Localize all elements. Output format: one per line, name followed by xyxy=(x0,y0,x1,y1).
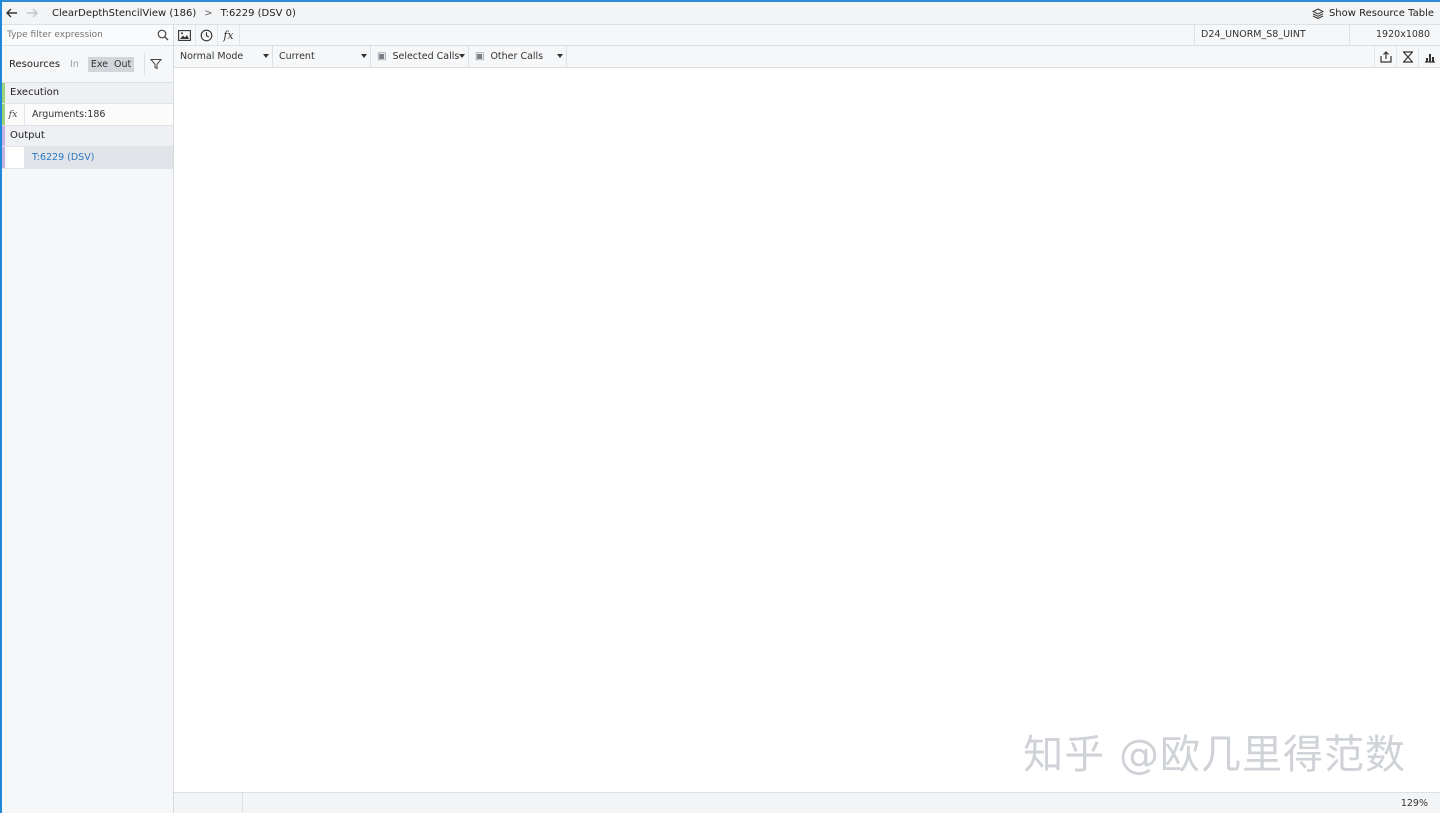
filter-bar xyxy=(2,25,173,46)
chevron-down-icon xyxy=(361,54,367,58)
list-item-output-texture[interactable]: T:6229 (DSV) xyxy=(2,147,173,169)
export-button[interactable] xyxy=(1374,46,1396,67)
cube-icon: ▣ xyxy=(377,51,387,62)
viewer-actions xyxy=(1374,46,1440,67)
status-cell xyxy=(174,793,243,813)
section-output[interactable]: Output xyxy=(2,126,173,147)
breadcrumb-item-resource[interactable]: T:6229 (DSV 0) xyxy=(215,8,302,19)
function-view-button[interactable]: fx xyxy=(218,25,240,45)
back-button[interactable] xyxy=(2,2,22,24)
arrow-right-icon xyxy=(27,8,38,18)
chevron-down-icon xyxy=(263,54,269,58)
texture-viewer: fx D24_UNORM_S8_UINT 1920x1080 Normal Mo… xyxy=(174,25,1440,813)
show-resource-table-button[interactable]: Show Resource Table xyxy=(1311,7,1440,19)
forward-button[interactable] xyxy=(22,2,42,24)
resources-label: Resources xyxy=(9,58,61,70)
cube-icon: ▣ xyxy=(475,51,485,62)
section-execution[interactable]: Execution xyxy=(2,83,173,104)
texture-thumbnail xyxy=(2,147,25,168)
chevron-down-icon xyxy=(459,54,465,58)
chevron-down-icon xyxy=(557,54,563,58)
viewer-toolbar-top: fx D24_UNORM_S8_UINT 1920x1080 xyxy=(174,25,1440,46)
mode-dropdown-value: Normal Mode xyxy=(180,51,244,62)
histogram-button[interactable] xyxy=(1418,46,1440,67)
search-icon[interactable] xyxy=(153,29,173,41)
current-dropdown-value: Current xyxy=(279,51,315,62)
toggle-in[interactable]: In xyxy=(67,57,82,72)
toggle-out[interactable]: Out xyxy=(111,56,135,72)
status-bar: 129% xyxy=(174,792,1440,813)
function-icon: fx xyxy=(2,104,25,125)
other-calls-dropdown[interactable]: ▣ Other Calls xyxy=(469,46,567,67)
other-calls-label: Other Calls xyxy=(490,51,544,62)
texture-canvas[interactable]: 知乎 @欧几里得范数 xyxy=(174,68,1440,790)
show-resource-table-label: Show Resource Table xyxy=(1328,7,1434,19)
history-button[interactable] xyxy=(196,25,218,45)
fit-range-button[interactable] xyxy=(1396,46,1418,67)
hourglass-icon xyxy=(1402,50,1413,63)
mode-dropdown[interactable]: Normal Mode xyxy=(174,46,273,67)
breadcrumb: ClearDepthStencilView (186) > T:6229 (DS… xyxy=(2,2,1440,25)
function-icon: fx xyxy=(223,28,234,42)
zoom-level: 129% xyxy=(1400,797,1428,809)
resources-panel: Resources In Exe Out Execution fx Argume… xyxy=(2,25,174,813)
breadcrumb-item-call[interactable]: ClearDepthStencilView (186) xyxy=(46,8,202,19)
viewer-toolbar-options: Normal Mode Current ▣ Selected Calls ▣ O… xyxy=(174,46,1440,68)
histogram-icon xyxy=(1424,53,1435,63)
watermark-text: 知乎 @欧几里得范数 xyxy=(1023,732,1406,778)
output-texture-label: T:6229 (DSV) xyxy=(32,152,95,163)
selected-calls-label: Selected Calls xyxy=(392,51,460,62)
export-icon xyxy=(1379,50,1392,63)
current-dropdown[interactable]: Current xyxy=(273,46,371,67)
resources-header: Resources In Exe Out xyxy=(2,46,173,83)
dimensions-display: 1920x1080 xyxy=(1349,25,1440,45)
layers-icon xyxy=(1311,7,1324,19)
format-display: D24_UNORM_S8_UINT xyxy=(1194,25,1349,45)
image-view-button[interactable] xyxy=(174,25,196,45)
arguments-label: Arguments:186 xyxy=(32,109,106,120)
list-item-arguments[interactable]: fx Arguments:186 xyxy=(2,104,173,126)
image-icon xyxy=(178,29,191,41)
app-window: ClearDepthStencilView (186) > T:6229 (DS… xyxy=(0,0,1440,813)
filter-funnel-button[interactable] xyxy=(144,53,167,75)
arrow-left-icon xyxy=(6,8,17,18)
clock-icon xyxy=(200,29,213,41)
toggle-exe[interactable]: Exe xyxy=(87,56,112,72)
funnel-icon xyxy=(150,59,162,70)
filter-input[interactable] xyxy=(7,30,153,40)
selected-calls-dropdown[interactable]: ▣ Selected Calls xyxy=(371,46,469,67)
breadcrumb-separator: > xyxy=(204,7,213,19)
